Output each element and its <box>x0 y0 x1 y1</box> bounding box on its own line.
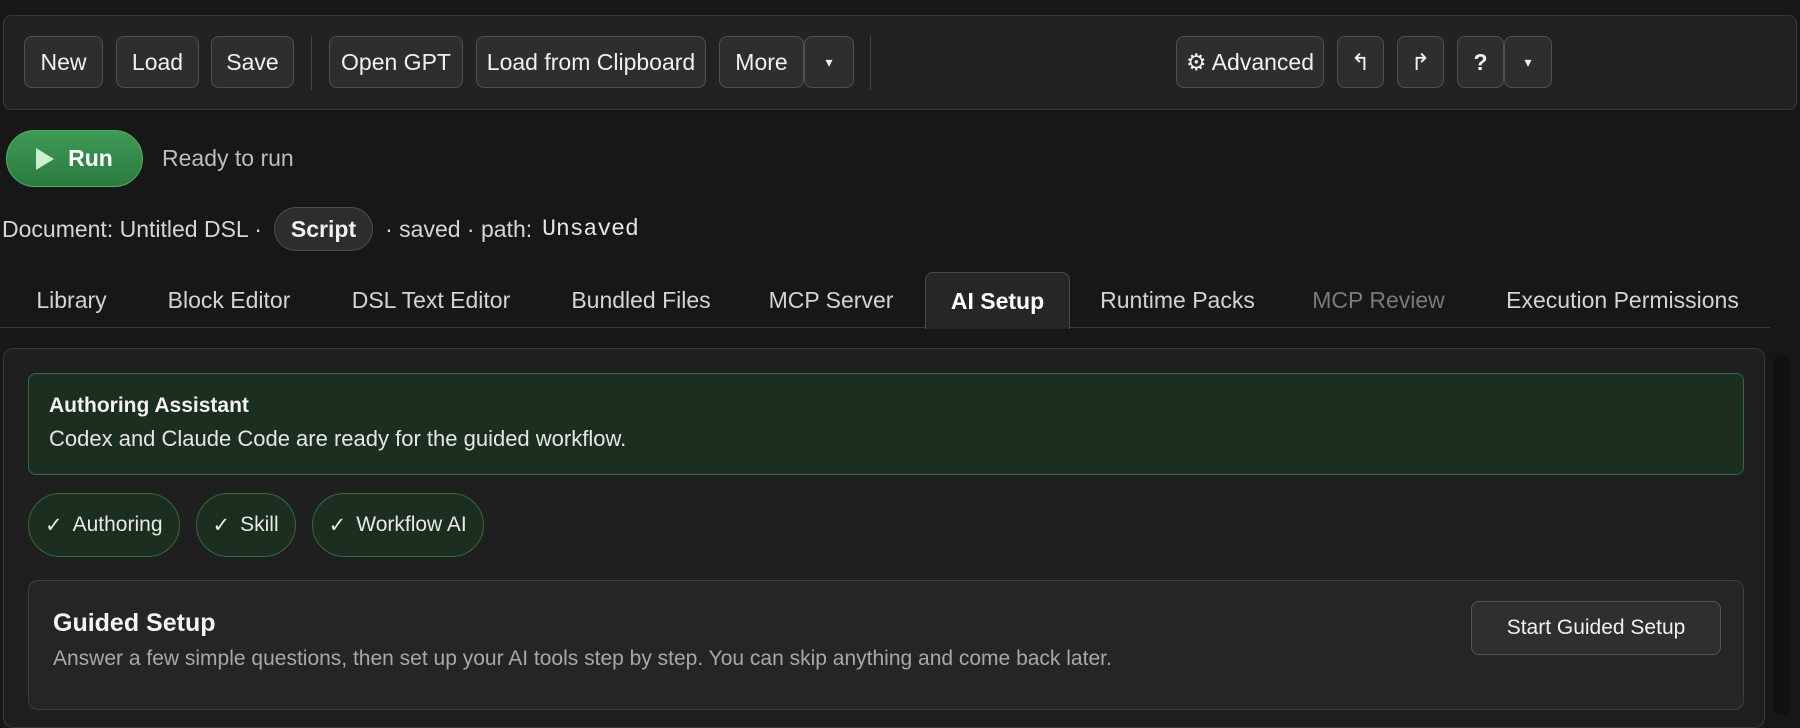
scrollbar[interactable] <box>1773 355 1791 715</box>
tab-execution-permissions[interactable]: Execution Permissions <box>1480 272 1765 328</box>
undo-button[interactable]: ↰ <box>1337 36 1384 88</box>
tab-bundled-files[interactable]: Bundled Files <box>545 272 737 328</box>
status-chips: ✓ Authoring ✓ Skill ✓ Workflow AI <box>28 493 484 557</box>
toolbar-divider <box>311 36 312 90</box>
tab-block-editor[interactable]: Block Editor <box>140 272 318 328</box>
start-guided-setup-button[interactable]: Start Guided Setup <box>1471 601 1721 655</box>
advanced-button[interactable]: ⚙ Advanced <box>1176 36 1324 88</box>
guided-setup-title: Guided Setup <box>53 609 216 637</box>
new-button[interactable]: New <box>24 36 103 88</box>
document-info: Document: Untitled DSL · Script · saved … <box>2 206 639 252</box>
document-save-state: · saved · path: <box>385 215 533 242</box>
save-button[interactable]: Save <box>211 36 294 88</box>
more-button[interactable]: More <box>719 36 804 88</box>
document-path: Unsaved <box>542 216 639 242</box>
help-button[interactable]: ? <box>1457 36 1504 88</box>
document-type-badge: Script <box>273 207 374 251</box>
load-button[interactable]: Load <box>116 36 199 88</box>
chip-skill: ✓ Skill <box>195 493 296 557</box>
redo-button[interactable]: ↱ <box>1397 36 1444 88</box>
play-icon <box>36 147 55 170</box>
chevron-down-icon: ▾ <box>1524 53 1532 70</box>
toolbar-divider <box>870 36 871 90</box>
guided-setup-description: Answer a few simple questions, then set … <box>53 647 1112 670</box>
open-gpt-button[interactable]: Open GPT <box>329 36 463 88</box>
run-button-label: Run <box>68 145 113 171</box>
chip-label: Workflow AI <box>356 513 467 536</box>
check-icon: ✓ <box>328 513 347 537</box>
check-icon: ✓ <box>212 513 231 537</box>
undo-icon: ↰ <box>1350 48 1371 75</box>
redo-icon: ↱ <box>1410 48 1431 75</box>
more-dropdown-button[interactable]: ▾ <box>804 36 854 88</box>
tab-ai-setup[interactable]: AI Setup <box>925 272 1070 329</box>
tab-mcp-review[interactable]: MCP Review <box>1290 272 1467 328</box>
tab-mcp-server[interactable]: MCP Server <box>746 272 916 328</box>
check-icon: ✓ <box>45 513 63 537</box>
run-button[interactable]: Run <box>6 130 143 187</box>
chip-label: Skill <box>240 513 279 536</box>
chip-label: Authoring <box>72 513 163 536</box>
help-dropdown-button[interactable]: ▾ <box>1504 36 1552 88</box>
tab-bar: Library Block Editor DSL Text Editor Bun… <box>0 272 1770 329</box>
guided-setup-card: Guided Setup Answer a few simple questio… <box>28 580 1744 710</box>
run-status: Ready to run <box>162 145 294 171</box>
tab-library[interactable]: Library <box>10 272 133 328</box>
chevron-down-icon: ▾ <box>825 53 833 70</box>
ai-setup-panel: Authoring Assistant Codex and Claude Cod… <box>3 348 1765 728</box>
chip-authoring: ✓ Authoring <box>28 493 180 557</box>
document-name: Document: Untitled DSL · <box>2 215 262 242</box>
banner-text: Codex and Claude Code are ready for the … <box>49 426 627 451</box>
toolbar: New Load Save Open GPT Load from Clipboa… <box>3 15 1797 110</box>
chip-workflow-ai: ✓ Workflow AI <box>311 493 484 557</box>
banner-title: Authoring Assistant <box>49 394 249 417</box>
tab-dsl-text-editor[interactable]: DSL Text Editor <box>326 272 536 328</box>
authoring-assistant-banner: Authoring Assistant Codex and Claude Cod… <box>28 373 1744 475</box>
tab-runtime-packs[interactable]: Runtime Packs <box>1080 272 1275 328</box>
load-from-clipboard-button[interactable]: Load from Clipboard <box>476 36 706 88</box>
